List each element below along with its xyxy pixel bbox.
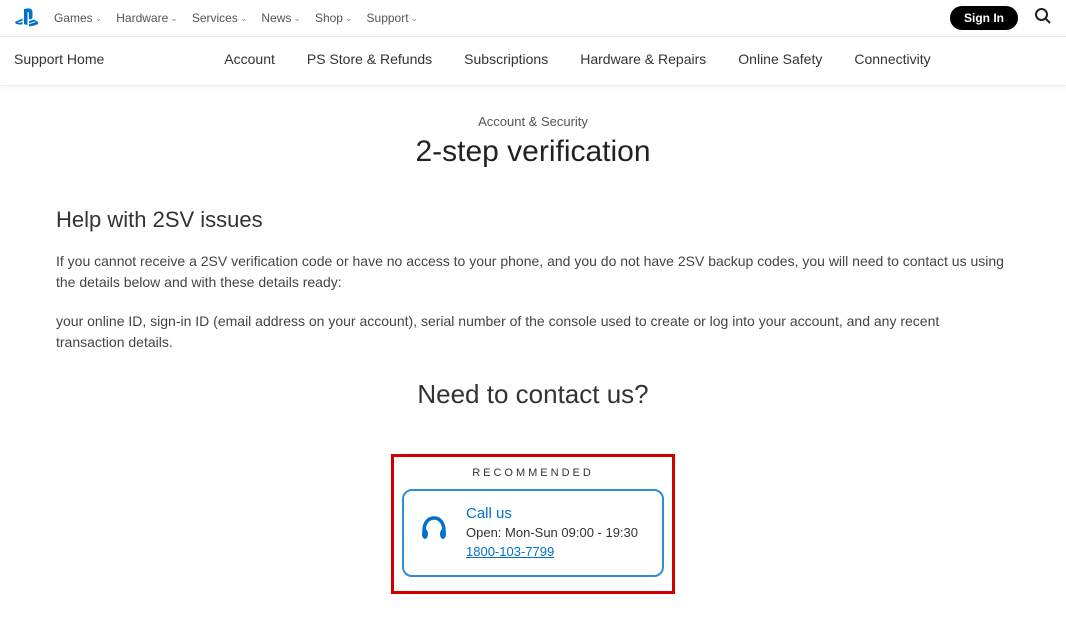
chevron-down-icon: ⌄ <box>345 13 353 24</box>
support-nav-items: Account PS Store & Refunds Subscriptions… <box>224 51 930 67</box>
contact-heading: Need to contact us? <box>56 379 1010 410</box>
main-content: Account & Security 2-step verification H… <box>0 86 1066 634</box>
subnav-ps-store[interactable]: PS Store & Refunds <box>307 51 432 67</box>
headset-icon <box>418 513 450 550</box>
body-paragraph-2: your online ID, sign-in ID (email addres… <box>56 311 1010 353</box>
chevron-down-icon: ⌄ <box>240 13 248 24</box>
sign-in-button[interactable]: Sign In <box>950 6 1018 30</box>
chevron-down-icon: ⌄ <box>95 13 103 24</box>
body-paragraph-1: If you cannot receive a 2SV verification… <box>56 251 1010 293</box>
subnav-online-safety[interactable]: Online Safety <box>738 51 822 67</box>
phone-number-link[interactable]: 1800-103-7799 <box>466 544 638 559</box>
support-navigation: Support Home Account PS Store & Refunds … <box>0 37 1066 86</box>
call-title: Call us <box>466 505 638 522</box>
nav-hardware[interactable]: Hardware⌄ <box>116 11 178 25</box>
nav-label: Games <box>54 11 93 25</box>
chevron-down-icon: ⌄ <box>411 13 419 24</box>
chevron-down-icon: ⌄ <box>293 13 301 24</box>
recommended-label: RECOMMENDED <box>402 467 664 479</box>
nav-support[interactable]: Support⌄ <box>367 11 419 25</box>
nav-services[interactable]: Services⌄ <box>192 11 248 25</box>
recommended-highlight-box: RECOMMENDED Call us Open: Mon-Sun 09:00 … <box>391 454 675 594</box>
page-title: 2-step verification <box>56 135 1010 169</box>
nav-shop[interactable]: Shop⌄ <box>315 11 353 25</box>
nav-label: News <box>261 11 291 25</box>
nav-news[interactable]: News⌄ <box>261 11 301 25</box>
section-title: Help with 2SV issues <box>56 207 1010 233</box>
call-us-card[interactable]: Call us Open: Mon-Sun 09:00 - 19:30 1800… <box>402 489 664 577</box>
nav-label: Support <box>367 11 409 25</box>
search-icon[interactable] <box>1034 7 1052 30</box>
support-home-link[interactable]: Support Home <box>14 51 104 67</box>
nav-label: Services <box>192 11 238 25</box>
call-info: Call us Open: Mon-Sun 09:00 - 19:30 1800… <box>466 505 638 559</box>
subnav-subscriptions[interactable]: Subscriptions <box>464 51 548 67</box>
call-hours: Open: Mon-Sun 09:00 - 19:30 <box>466 524 638 542</box>
nav-label: Hardware <box>116 11 168 25</box>
top-nav-left: Games⌄ Hardware⌄ Services⌄ News⌄ Shop⌄ S… <box>14 8 418 28</box>
playstation-logo-icon[interactable] <box>14 8 40 28</box>
subnav-connectivity[interactable]: Connectivity <box>854 51 930 67</box>
chevron-down-icon: ⌄ <box>170 13 178 24</box>
breadcrumb: Account & Security <box>56 114 1010 129</box>
top-navigation: Games⌄ Hardware⌄ Services⌄ News⌄ Shop⌄ S… <box>0 0 1066 37</box>
subnav-account[interactable]: Account <box>224 51 275 67</box>
nav-games[interactable]: Games⌄ <box>54 11 102 25</box>
nav-label: Shop <box>315 11 343 25</box>
subnav-hardware[interactable]: Hardware & Repairs <box>580 51 706 67</box>
top-nav-right: Sign In <box>950 6 1052 30</box>
